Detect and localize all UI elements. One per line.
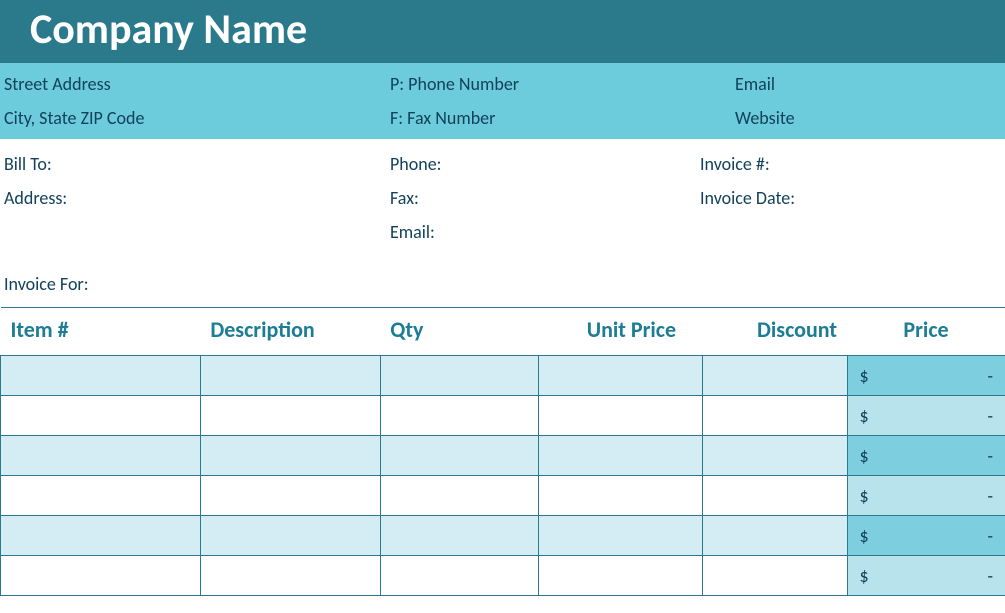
table-row: $ - bbox=[1, 396, 1005, 436]
cell-price: $ - bbox=[847, 356, 1005, 396]
price-value: - bbox=[987, 405, 993, 427]
billto-fax-label: Fax: bbox=[390, 187, 700, 209]
cell-qty[interactable] bbox=[380, 356, 538, 396]
currency-symbol: $ bbox=[860, 485, 869, 507]
cell-unit-price[interactable] bbox=[538, 476, 702, 516]
cell-description[interactable] bbox=[200, 516, 380, 556]
cell-item[interactable] bbox=[1, 356, 201, 396]
price-value: - bbox=[987, 565, 993, 587]
currency-symbol: $ bbox=[860, 565, 869, 587]
cell-price: $ - bbox=[847, 436, 1005, 476]
cell-description[interactable] bbox=[200, 436, 380, 476]
cell-unit-price[interactable] bbox=[538, 356, 702, 396]
cell-description[interactable] bbox=[200, 476, 380, 516]
cell-unit-price[interactable] bbox=[538, 436, 702, 476]
th-qty: Qty bbox=[380, 308, 538, 356]
company-street: Street Address bbox=[0, 73, 390, 95]
header-bar: Company Name bbox=[0, 0, 1005, 63]
cell-description[interactable] bbox=[200, 556, 380, 596]
cell-description[interactable] bbox=[200, 396, 380, 436]
table-row: $ - bbox=[1, 356, 1005, 396]
cell-qty[interactable] bbox=[380, 436, 538, 476]
cell-discount[interactable] bbox=[702, 556, 847, 596]
cell-price: $ - bbox=[847, 476, 1005, 516]
currency-symbol: $ bbox=[860, 525, 869, 547]
th-unit-price: Unit Price bbox=[538, 308, 702, 356]
billto-email-label: Email: bbox=[390, 221, 700, 243]
table-row: $ - bbox=[1, 436, 1005, 476]
cell-item[interactable] bbox=[1, 436, 201, 476]
invoice-date-label: Invoice Date: bbox=[700, 187, 1005, 209]
currency-symbol: $ bbox=[860, 445, 869, 467]
company-website: Website bbox=[735, 107, 1005, 129]
company-name: Company Name bbox=[30, 4, 975, 55]
table-row: $ - bbox=[1, 516, 1005, 556]
table-row: $ - bbox=[1, 556, 1005, 596]
price-value: - bbox=[987, 445, 993, 467]
cell-item[interactable] bbox=[1, 476, 201, 516]
cell-description[interactable] bbox=[200, 356, 380, 396]
th-price: Price bbox=[847, 308, 1005, 356]
cell-unit-price[interactable] bbox=[538, 516, 702, 556]
company-email: Email bbox=[735, 73, 1005, 95]
cell-discount[interactable] bbox=[702, 436, 847, 476]
company-city: City, State ZIP Code bbox=[0, 107, 390, 129]
price-value: - bbox=[987, 525, 993, 547]
table-header-row: Item # Description Qty Unit Price Discou… bbox=[1, 308, 1005, 356]
invoice-number-label: Invoice #: bbox=[700, 153, 1005, 175]
price-value: - bbox=[987, 485, 993, 507]
th-description: Description bbox=[200, 308, 380, 356]
cell-item[interactable] bbox=[1, 396, 201, 436]
billto-section: Bill To: Phone: Invoice #: Address: Fax:… bbox=[0, 139, 1005, 253]
cell-unit-price[interactable] bbox=[538, 396, 702, 436]
table-row: $ - bbox=[1, 476, 1005, 516]
items-table: Item # Description Qty Unit Price Discou… bbox=[0, 307, 1005, 596]
cell-discount[interactable] bbox=[702, 356, 847, 396]
th-item: Item # bbox=[1, 308, 201, 356]
cell-unit-price[interactable] bbox=[538, 556, 702, 596]
cell-item[interactable] bbox=[1, 516, 201, 556]
cell-price: $ - bbox=[847, 556, 1005, 596]
currency-symbol: $ bbox=[860, 365, 869, 387]
cell-discount[interactable] bbox=[702, 396, 847, 436]
cell-price: $ - bbox=[847, 396, 1005, 436]
cell-qty[interactable] bbox=[380, 516, 538, 556]
th-discount: Discount bbox=[702, 308, 847, 356]
price-value: - bbox=[987, 365, 993, 387]
cell-qty[interactable] bbox=[380, 396, 538, 436]
cell-discount[interactable] bbox=[702, 516, 847, 556]
cell-discount[interactable] bbox=[702, 476, 847, 516]
company-info-band: Street Address P: Phone Number Email Cit… bbox=[0, 63, 1005, 139]
billto-phone-label: Phone: bbox=[390, 153, 700, 175]
cell-price: $ - bbox=[847, 516, 1005, 556]
invoice-for-label: Invoice For: bbox=[0, 253, 1005, 307]
billto-label: Bill To: bbox=[0, 153, 390, 175]
cell-qty[interactable] bbox=[380, 476, 538, 516]
company-phone: P: Phone Number bbox=[390, 73, 735, 95]
cell-item[interactable] bbox=[1, 556, 201, 596]
currency-symbol: $ bbox=[860, 405, 869, 427]
company-fax: F: Fax Number bbox=[390, 107, 735, 129]
cell-qty[interactable] bbox=[380, 556, 538, 596]
billto-address-label: Address: bbox=[0, 187, 390, 209]
